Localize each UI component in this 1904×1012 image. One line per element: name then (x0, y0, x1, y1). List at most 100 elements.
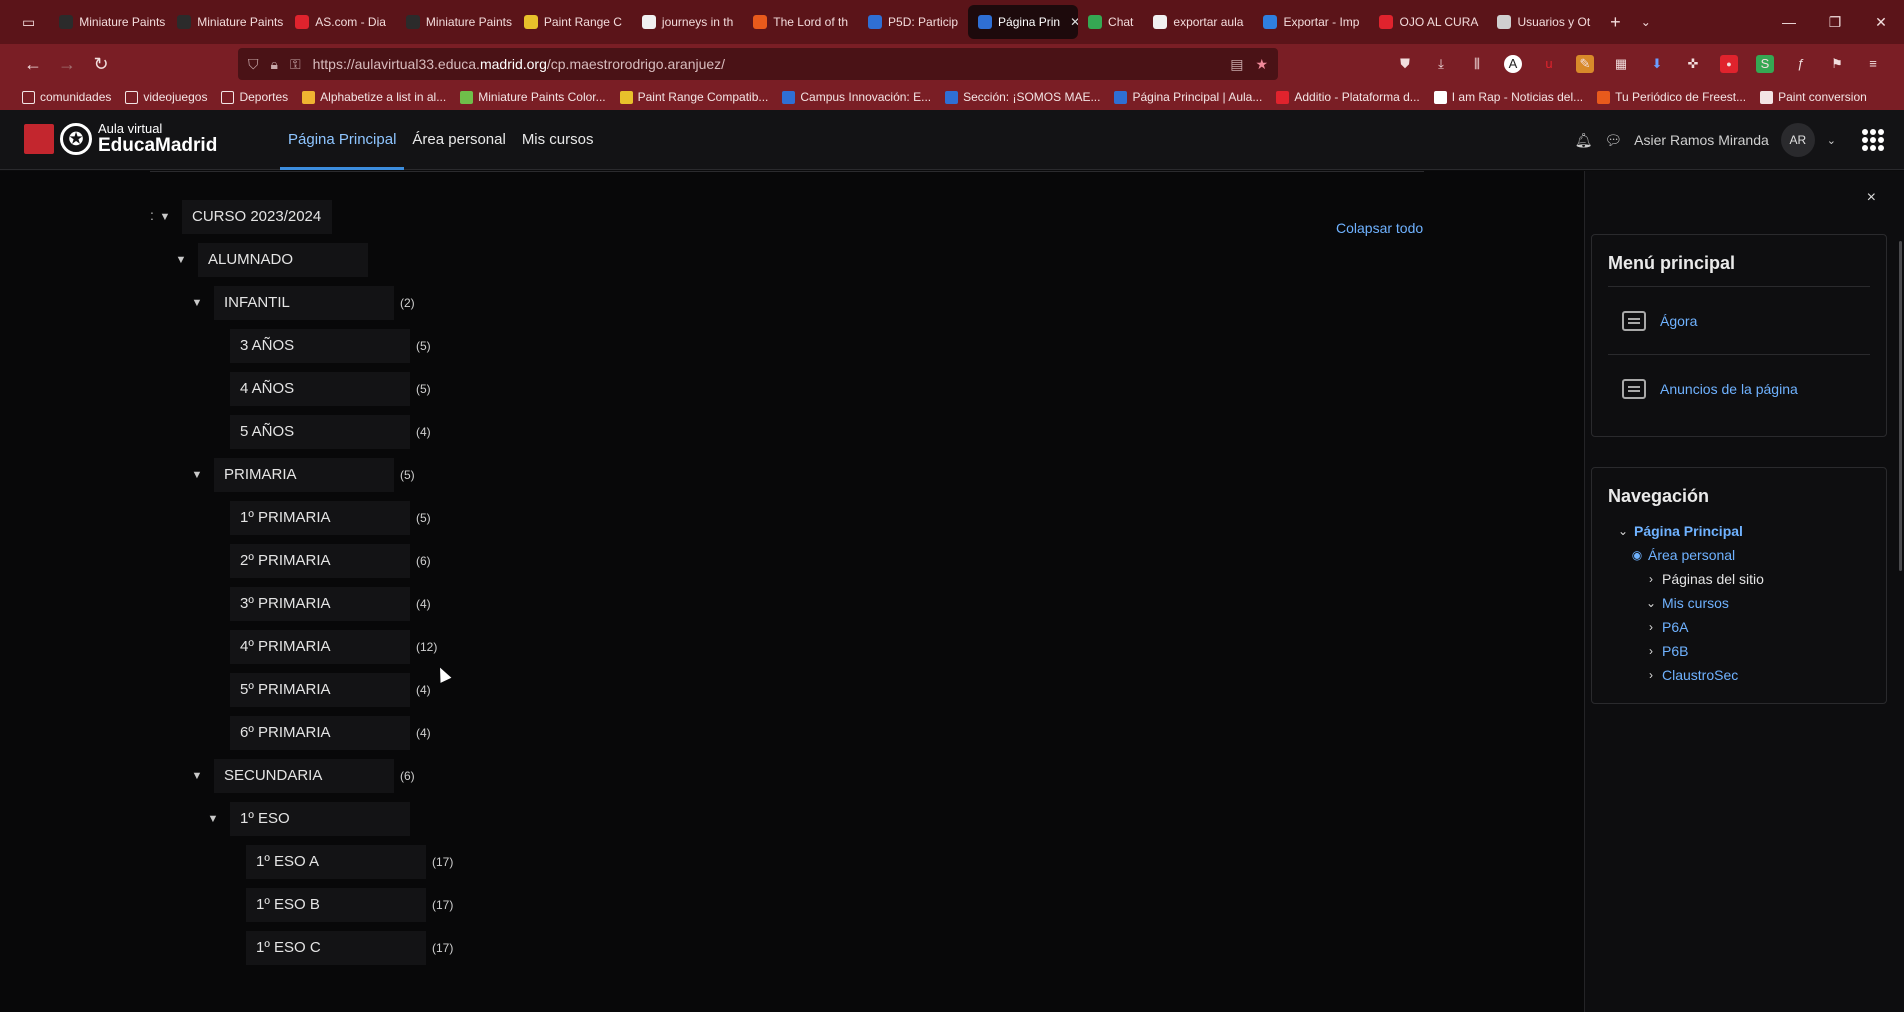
browser-tab[interactable]: Usuarios y Ot (1487, 5, 1600, 39)
main-menu-item-anuncios[interactable]: Anuncios de la página (1608, 354, 1870, 422)
category-row[interactable]: ▼ INFANTIL (2) (190, 286, 415, 320)
category-label[interactable]: 2º PRIMARIA (230, 544, 410, 578)
category-row[interactable]: 4 AÑOS (5) (206, 372, 431, 406)
nav-caret-icon[interactable]: › (1644, 644, 1658, 658)
messages-chat-icon[interactable]: 💬︎ (1604, 132, 1622, 149)
user-name[interactable]: Asier Ramos Miranda (1634, 132, 1769, 148)
category-row[interactable]: 3º PRIMARIA (4) (206, 587, 431, 621)
category-row[interactable]: 5 AÑOS (4) (206, 415, 431, 449)
extension-paint-icon[interactable]: ✎ (1576, 55, 1594, 73)
url-bar[interactable]: ⛉ 🔒︎ ⚿ https://aulavirtual33.educa.madri… (238, 48, 1278, 80)
nav-tree-label[interactable]: P6A (1662, 619, 1688, 635)
browser-tab[interactable]: Chat (1078, 5, 1143, 39)
close-tab-icon[interactable]: ✕ (1070, 15, 1078, 29)
nav-mis-cursos[interactable]: Mis cursos (514, 110, 602, 170)
browser-tab[interactable]: Miniature Paints ( (167, 5, 285, 39)
drawer-scrollbar[interactable] (1899, 241, 1902, 571)
browser-tab[interactable]: Miniature Paints ( (396, 5, 514, 39)
category-label[interactable]: 3 AÑOS (230, 329, 410, 363)
extension-f-icon[interactable]: ƒ (1792, 55, 1810, 73)
nav-tree-item[interactable]: › P6B (1616, 639, 1870, 663)
notifications-bell-icon[interactable]: 🔔︎ (1575, 132, 1593, 149)
extension-flag-icon[interactable]: ⚑ (1828, 55, 1846, 73)
category-row[interactable]: 1º ESO A (17) (222, 845, 453, 879)
bookmark-item[interactable]: Sección: ¡SOMOS MAE... (945, 90, 1100, 104)
nav-area-personal[interactable]: Área personal (404, 110, 513, 170)
category-row[interactable]: 6º PRIMARIA (4) (206, 716, 431, 750)
nav-pagina-principal[interactable]: Página Principal (280, 110, 405, 170)
browser-tab[interactable]: OJO AL CURA (1369, 5, 1487, 39)
nav-tree-label[interactable]: Páginas del sitio (1662, 571, 1764, 587)
category-row[interactable]: 4º PRIMARIA (12) (206, 630, 437, 664)
nav-tree-item[interactable]: › ClaustroSec (1616, 663, 1870, 687)
collapse-all-link[interactable]: Colapsar todo (1336, 220, 1423, 236)
nav-tree-item[interactable]: ⌄ Mis cursos (1616, 591, 1870, 615)
pocket-icon[interactable]: ⛊ (1396, 55, 1414, 73)
category-label[interactable]: PRIMARIA (214, 458, 394, 492)
browser-tab[interactable]: The Lord of th (743, 5, 858, 39)
extension-grid-icon[interactable]: ▦ (1612, 55, 1630, 73)
bookmark-item[interactable]: Paint conversion (1760, 90, 1867, 104)
category-label[interactable]: 5º PRIMARIA (230, 673, 410, 707)
extension-a-icon[interactable]: A (1504, 55, 1522, 73)
url-text[interactable]: https://aulavirtual33.educa.madrid.org/c… (313, 56, 725, 72)
category-label[interactable]: 3º PRIMARIA (230, 587, 410, 621)
bookmark-item[interactable]: I am Rap - Noticias del... (1433, 90, 1583, 104)
restore-button[interactable]: ❐ (1812, 14, 1858, 31)
close-window-button[interactable]: ✕ (1858, 14, 1904, 31)
bookmark-item[interactable]: Alphabetize a list in al... (302, 90, 446, 104)
extension-off-icon[interactable]: ● (1720, 55, 1738, 73)
bookmark-item[interactable]: comunidades (22, 90, 111, 104)
downloads-icon[interactable]: ⤓ (1432, 55, 1450, 73)
category-row[interactable]: ▼ PRIMARIA (5) (190, 458, 415, 492)
category-label[interactable]: 1º ESO C (246, 931, 426, 965)
bookmark-item[interactable]: Campus Innovación: E... (782, 90, 931, 104)
nav-tree-label[interactable]: ClaustroSec (1662, 667, 1738, 683)
extensions-puzzle-icon[interactable]: ✜ (1684, 55, 1702, 73)
category-row[interactable]: ▼ ALUMNADO (174, 243, 374, 277)
category-row[interactable]: 1º ESO B (17) (222, 888, 453, 922)
close-drawer-button[interactable]: × (1867, 189, 1876, 207)
category-label[interactable]: 4 AÑOS (230, 372, 410, 406)
nav-tree-label[interactable]: Página Principal (1634, 523, 1743, 539)
category-label[interactable]: 4º PRIMARIA (230, 630, 410, 664)
category-label[interactable]: 1º ESO (230, 802, 410, 836)
nav-tree-item[interactable]: ◉ Área personal (1616, 543, 1870, 567)
nav-tree-label[interactable]: Mis cursos (1662, 595, 1729, 611)
nav-tree-item[interactable]: › Páginas del sitio (1616, 567, 1870, 591)
bookmark-item[interactable]: Deportes (221, 90, 288, 104)
nav-caret-icon[interactable]: › (1644, 572, 1658, 586)
bookmark-item[interactable]: videojuegos (125, 90, 207, 104)
nav-caret-icon[interactable]: ◉ (1630, 548, 1644, 562)
nav-caret-icon[interactable]: › (1644, 620, 1658, 634)
caret-down-icon[interactable]: ▼ (174, 253, 188, 267)
nav-caret-icon[interactable]: ⌄ (1644, 596, 1658, 610)
apps-grid-icon[interactable] (1862, 129, 1884, 151)
category-label[interactable]: CURSO 2023/2024 (182, 200, 332, 234)
category-row[interactable]: ▼ SECUNDARIA (6) (190, 759, 415, 793)
bookmark-item[interactable]: Tu Periódico de Freest... (1597, 90, 1746, 104)
nav-caret-icon[interactable]: ⌄ (1616, 524, 1630, 538)
category-label[interactable]: 1º ESO B (246, 888, 426, 922)
site-logo[interactable]: ✪ Aula virtual EducaMadrid (24, 122, 217, 156)
main-menu-item-label[interactable]: Ágora (1660, 313, 1697, 329)
forward-button[interactable]: → (50, 54, 84, 75)
nav-tree-label[interactable]: Área personal (1648, 547, 1735, 563)
reader-view-icon[interactable]: ▤ (1230, 56, 1243, 73)
caret-down-icon[interactable]: ▼ (158, 210, 172, 224)
browser-tab[interactable]: Miniature Paints ( (49, 5, 167, 39)
browser-tab[interactable]: AS.com - Dia (285, 5, 396, 39)
avatar[interactable]: AR (1780, 123, 1815, 157)
bookmark-star-icon[interactable]: ★ (1255, 56, 1268, 73)
permissions-icon[interactable]: ⚿ (290, 56, 301, 73)
category-row[interactable]: ▼ 1º ESO (206, 802, 416, 836)
reload-button[interactable]: ↻ (84, 54, 118, 75)
new-tab-button[interactable]: + (1600, 5, 1631, 39)
bookmark-item[interactable]: Additio - Plataforma d... (1276, 90, 1420, 104)
tab-overview-icon[interactable]: ▭ (8, 5, 49, 39)
library-icon[interactable]: ⫼ (1468, 55, 1486, 73)
caret-down-icon[interactable]: ▼ (190, 296, 204, 310)
browser-tab[interactable]: Página Prin ✕ (968, 5, 1079, 39)
caret-down-icon[interactable]: ▼ (190, 769, 204, 783)
back-button[interactable]: ← (16, 54, 50, 75)
